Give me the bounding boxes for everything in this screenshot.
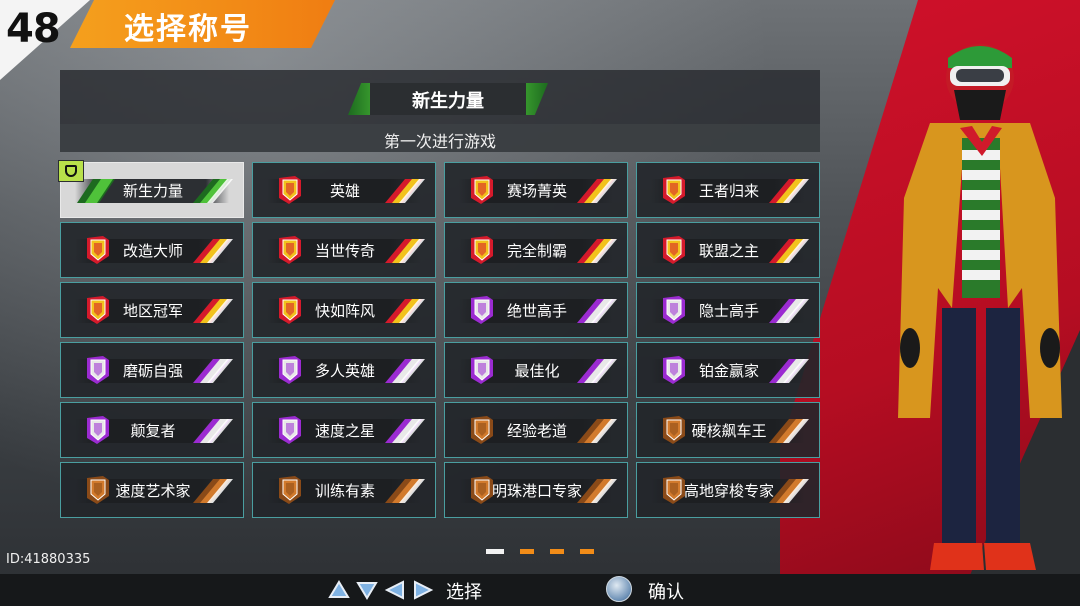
- title-label: 联盟之主: [698, 242, 759, 260]
- title-label: 高地穿梭专家: [683, 482, 774, 500]
- dpad-left-icon[interactable]: [384, 580, 406, 600]
- title-tile[interactable]: 硬核飙车王: [636, 402, 820, 458]
- title-tile[interactable]: 当世传奇: [252, 222, 436, 278]
- title-tile[interactable]: 多人英雄: [252, 342, 436, 398]
- page-dot[interactable]: [550, 549, 564, 554]
- title-label: 隐士高手: [698, 302, 759, 320]
- title-label: 快如阵风: [314, 302, 375, 320]
- title-label: 训练有素: [314, 482, 375, 500]
- title-tile[interactable]: 新生力量: [58, 160, 244, 218]
- bottom-control-bar: [0, 574, 1080, 606]
- page-dot[interactable]: [580, 549, 594, 554]
- title-tile[interactable]: 最佳化: [444, 342, 628, 398]
- title-tile[interactable]: 速度之星: [252, 402, 436, 458]
- title-label: 王者归来: [698, 182, 759, 200]
- racer-character: [898, 44, 1062, 570]
- title-tile[interactable]: 明珠港口专家: [444, 462, 628, 518]
- page-dot[interactable]: [486, 549, 504, 554]
- title-label: 硬核飙车王: [691, 422, 767, 440]
- title-tile[interactable]: 改造大师: [60, 222, 244, 278]
- title-tile[interactable]: 赛场菁英: [444, 162, 628, 218]
- page-dot[interactable]: [520, 549, 534, 554]
- title-label: 铂金赢家: [698, 362, 759, 380]
- title-tile[interactable]: 地区冠军: [60, 282, 244, 338]
- title-label: 当世传奇: [314, 242, 375, 260]
- title-tile[interactable]: 速度艺术家: [60, 462, 244, 518]
- select-hint-label: 选择: [446, 582, 482, 603]
- selected-title-header: 新生力量: [348, 83, 548, 115]
- title-label: 颠复者: [130, 422, 176, 440]
- title-tile[interactable]: 隐士高手: [636, 282, 820, 338]
- title-label: 多人英雄: [314, 362, 375, 380]
- title-label: 明珠港口专家: [491, 482, 582, 500]
- title-tile[interactable]: 铂金赢家: [636, 342, 820, 398]
- title-label: 速度艺术家: [115, 482, 191, 500]
- title-tile[interactable]: 英雄: [252, 162, 436, 218]
- dpad-right-icon[interactable]: [412, 580, 434, 600]
- title-label: 绝世高手: [506, 302, 567, 320]
- title-label: 最佳化: [514, 362, 560, 380]
- player-id: ID:41880335: [6, 552, 91, 567]
- confirm-button-icon[interactable]: [606, 576, 632, 602]
- title-tile[interactable]: 颠复者: [60, 402, 244, 458]
- title-label: 赛场菁英: [506, 182, 567, 200]
- title-label: 改造大师: [122, 242, 183, 260]
- title-label: 英雄: [329, 182, 360, 200]
- selected-title-description: 第一次进行游戏: [383, 132, 496, 151]
- title-tile[interactable]: 绝世高手: [444, 282, 628, 338]
- dpad-up-icon[interactable]: [328, 580, 350, 600]
- title-tile[interactable]: 联盟之主: [636, 222, 820, 278]
- title-tile[interactable]: 完全制霸: [444, 222, 628, 278]
- title-tile[interactable]: 王者归来: [636, 162, 820, 218]
- title-tile[interactable]: 训练有素: [252, 462, 436, 518]
- title-label: 完全制霸: [506, 242, 567, 260]
- title-tile[interactable]: 高地穿梭专家: [636, 462, 820, 518]
- title-tile[interactable]: 快如阵风: [252, 282, 436, 338]
- player-level: 48: [6, 6, 61, 52]
- title-label: 磨砺自强: [122, 362, 183, 380]
- title-label: 新生力量: [122, 182, 183, 200]
- title-tile[interactable]: 经验老道: [444, 402, 628, 458]
- selected-title-name: 新生力量: [412, 91, 484, 112]
- screen-title: 选择称号: [124, 12, 252, 47]
- title-label: 速度之星: [314, 422, 375, 440]
- title-tile[interactable]: 磨砺自强: [60, 342, 244, 398]
- title-label: 经验老道: [506, 422, 567, 440]
- confirm-hint-label: 确认: [648, 582, 684, 603]
- title-label: 地区冠军: [122, 302, 183, 320]
- title-grid: 新生力量 英雄 赛场菁英 王者归来 改造大师 当世传奇 完全制霸 联盟之主 地区…: [58, 160, 820, 520]
- dpad-down-icon[interactable]: [356, 580, 378, 600]
